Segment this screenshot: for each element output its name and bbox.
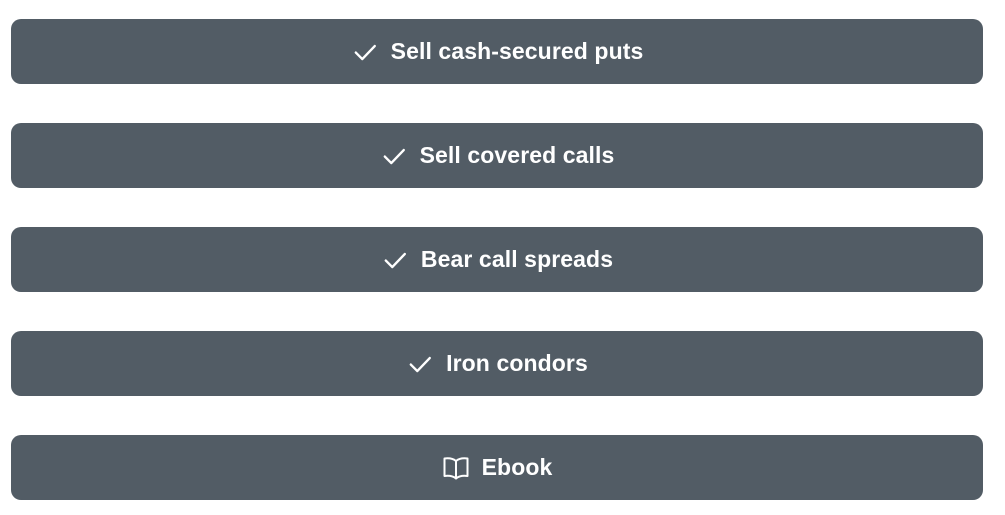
sell-covered-calls-button[interactable]: Sell covered calls xyxy=(11,123,983,188)
button-label: Bear call spreads xyxy=(420,246,614,272)
check-icon xyxy=(406,350,434,378)
bear-call-spreads-button[interactable]: Bear call spreads xyxy=(11,227,983,292)
open-book-icon xyxy=(442,454,470,482)
check-icon xyxy=(380,142,408,170)
button-label: Iron condors xyxy=(446,350,588,376)
options-strategy-list: Sell cash-secured puts Sell covered call… xyxy=(0,0,1005,515)
check-icon xyxy=(351,38,379,66)
check-icon xyxy=(381,246,409,274)
button-label: Sell cash-secured puts xyxy=(390,38,644,64)
button-label: Ebook xyxy=(481,454,553,480)
button-label: Sell covered calls xyxy=(419,142,615,168)
ebook-button[interactable]: Ebook xyxy=(11,435,983,500)
iron-condors-button[interactable]: Iron condors xyxy=(11,331,983,396)
sell-cash-secured-puts-button[interactable]: Sell cash-secured puts xyxy=(11,19,983,84)
